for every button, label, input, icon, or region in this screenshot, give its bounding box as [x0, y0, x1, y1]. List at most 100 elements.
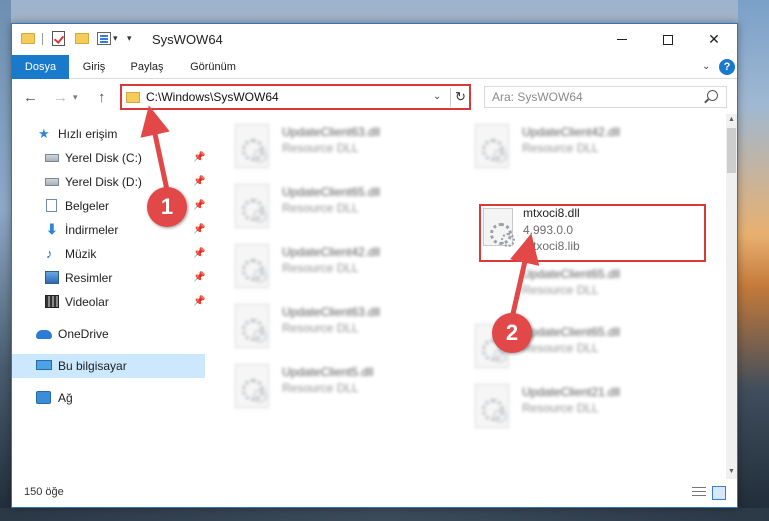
pin-icon[interactable]: 📌: [193, 272, 205, 283]
scroll-thumb[interactable]: [727, 128, 736, 173]
list-item[interactable]: UpdateClient65.dll Resource DLL: [235, 182, 465, 234]
dll-file-icon: [235, 304, 269, 348]
pin-icon[interactable]: 📌: [193, 176, 205, 187]
sidebar-item-network[interactable]: Ağ: [12, 386, 205, 410]
navigation-pane: ★ Hızlı erişim Yerel Disk (C:) 📌 Yerel D…: [12, 114, 205, 479]
minimize-button[interactable]: [599, 24, 645, 55]
document-icon: [46, 199, 57, 212]
onedrive-icon: [36, 330, 52, 339]
sidebar-item-label: Yerel Disk (C:): [65, 151, 142, 165]
refresh-icon[interactable]: ↻: [455, 89, 466, 105]
list-item[interactable]: UpdateClient5.dll Resource DLL: [235, 362, 465, 414]
maximize-icon: [663, 34, 673, 45]
sidebar-item-label: Müzik: [65, 247, 97, 261]
properties-check-icon[interactable]: [52, 31, 65, 46]
tab-home[interactable]: Giriş: [74, 55, 114, 79]
sidebar-item-label: OneDrive: [58, 327, 109, 341]
address-row: ← → ▾ ↑ C:\Windows\SysWOW64 ⌄ ↻ Ara: Sys…: [12, 80, 737, 114]
chevron-down-icon[interactable]: ▾: [113, 33, 118, 44]
pin-icon[interactable]: 📌: [193, 296, 205, 307]
vertical-scrollbar[interactable]: ▲ ▼: [726, 114, 737, 479]
tab-share[interactable]: Paylaş: [122, 55, 172, 79]
sidebar-item-videos[interactable]: Videolar 📌: [12, 290, 205, 314]
dll-file-icon: [235, 244, 269, 288]
dll-file-icon: [235, 184, 269, 228]
file-name: UpdateClient42.dll: [282, 245, 381, 259]
close-button[interactable]: ✕: [691, 24, 737, 55]
folder-icon: [21, 33, 35, 44]
file-name: UpdateClient21.dll: [522, 385, 621, 399]
file-type: Resource DLL: [282, 201, 359, 215]
star-icon: ★: [38, 126, 50, 141]
annotation-step-1: 1: [147, 187, 187, 227]
search-input[interactable]: Ara: SysWOW64: [484, 86, 727, 108]
sidebar-item-pictures[interactable]: Resimler 📌: [12, 266, 205, 290]
list-item[interactable]: UpdateClient63.dll Resource DLL: [235, 302, 465, 354]
search-placeholder: Ara: SysWOW64: [492, 90, 583, 104]
computer-icon: [36, 360, 52, 370]
list-item[interactable]: UpdateClient21.dll Resource DLL: [475, 382, 705, 434]
sidebar-item-local-disk-c[interactable]: Yerel Disk (C:) 📌: [12, 146, 205, 170]
sidebar-item-label: Hızlı erişim: [58, 127, 118, 141]
new-folder-icon[interactable]: [75, 33, 89, 44]
sidebar-item-onedrive[interactable]: OneDrive: [12, 322, 205, 346]
address-path[interactable]: C:\Windows\SysWOW64: [146, 90, 279, 104]
pin-icon[interactable]: 📌: [193, 224, 205, 235]
details-view-icon[interactable]: [692, 487, 706, 499]
file-name: UpdateClient63.dll: [282, 125, 381, 139]
sidebar-item-label: Ağ: [58, 391, 73, 405]
expand-ribbon-icon[interactable]: ⌄: [702, 61, 710, 72]
file-name: UpdateClient65.dll: [522, 267, 621, 281]
list-item[interactable]: UpdateClient65.dll Resource DLL: [475, 264, 705, 316]
maximize-button[interactable]: [645, 24, 691, 55]
toolbar-divider: [42, 33, 43, 45]
disk-icon: [45, 178, 59, 186]
dll-file-icon: [235, 124, 269, 168]
sidebar-item-this-pc[interactable]: Bu bilgisayar: [12, 354, 205, 378]
desktop-wallpaper-left: [0, 0, 11, 521]
dll-file-icon: [235, 364, 269, 408]
chevron-down-icon[interactable]: ⌄: [433, 91, 441, 102]
search-icon[interactable]: [707, 90, 718, 101]
file-type: Resource DLL: [282, 321, 359, 335]
file-name: UpdateClient63.dll: [282, 305, 381, 319]
address-bar[interactable]: C:\Windows\SysWOW64 ⌄ ↻: [120, 84, 471, 110]
forward-arrow-icon[interactable]: →: [53, 89, 68, 106]
large-icons-view-icon[interactable]: [712, 486, 726, 500]
tab-file[interactable]: Dosya: [12, 55, 69, 79]
properties-icon[interactable]: [97, 32, 111, 45]
file-name: UpdateClient65.dll: [282, 185, 381, 199]
download-icon: ⬇: [46, 221, 58, 237]
scroll-down-icon[interactable]: ▼: [728, 468, 735, 475]
tab-view[interactable]: Görünüm: [180, 55, 246, 79]
desktop-wallpaper-right: [738, 0, 769, 521]
videos-icon: [45, 295, 59, 308]
pin-icon[interactable]: 📌: [193, 152, 205, 163]
customize-toolbar-icon[interactable]: ▾: [127, 33, 132, 44]
up-arrow-icon[interactable]: ↑: [98, 89, 106, 106]
file-type: Resource DLL: [282, 381, 359, 395]
file-type: Resource DLL: [522, 341, 599, 355]
file-type: Resource DLL: [522, 401, 599, 415]
sidebar-item-music[interactable]: ♪ Müzik 📌: [12, 242, 205, 266]
scroll-up-icon[interactable]: ▲: [728, 116, 735, 123]
dll-file-icon: [475, 384, 509, 428]
minimize-icon: [617, 39, 627, 40]
file-explorer-window: ▾ ▾ SysWOW64 ✕ Dosya Giriş Paylaş Görünü…: [11, 23, 738, 508]
folder-icon: [126, 92, 140, 103]
item-count: 150 öğe: [24, 486, 64, 498]
network-icon: [36, 391, 51, 404]
list-item[interactable]: UpdateClient42.dll Resource DLL: [475, 122, 705, 174]
pin-icon[interactable]: 📌: [193, 248, 205, 259]
list-item[interactable]: UpdateClient42.dll Resource DLL: [235, 242, 465, 294]
close-icon: ✕: [708, 31, 720, 47]
file-type: Resource DLL: [282, 261, 359, 275]
back-arrow-icon[interactable]: ←: [23, 89, 38, 106]
recent-locations-icon[interactable]: ▾: [73, 92, 78, 103]
help-icon[interactable]: ?: [719, 59, 735, 75]
sidebar-item-label: İndirmeler: [65, 223, 119, 237]
sidebar-item-quick-access[interactable]: ★ Hızlı erişim: [12, 122, 205, 146]
sidebar-item-label: Yerel Disk (D:): [65, 175, 142, 189]
list-item[interactable]: UpdateClient63.dll Resource DLL: [235, 122, 465, 174]
pin-icon[interactable]: 📌: [193, 200, 205, 211]
